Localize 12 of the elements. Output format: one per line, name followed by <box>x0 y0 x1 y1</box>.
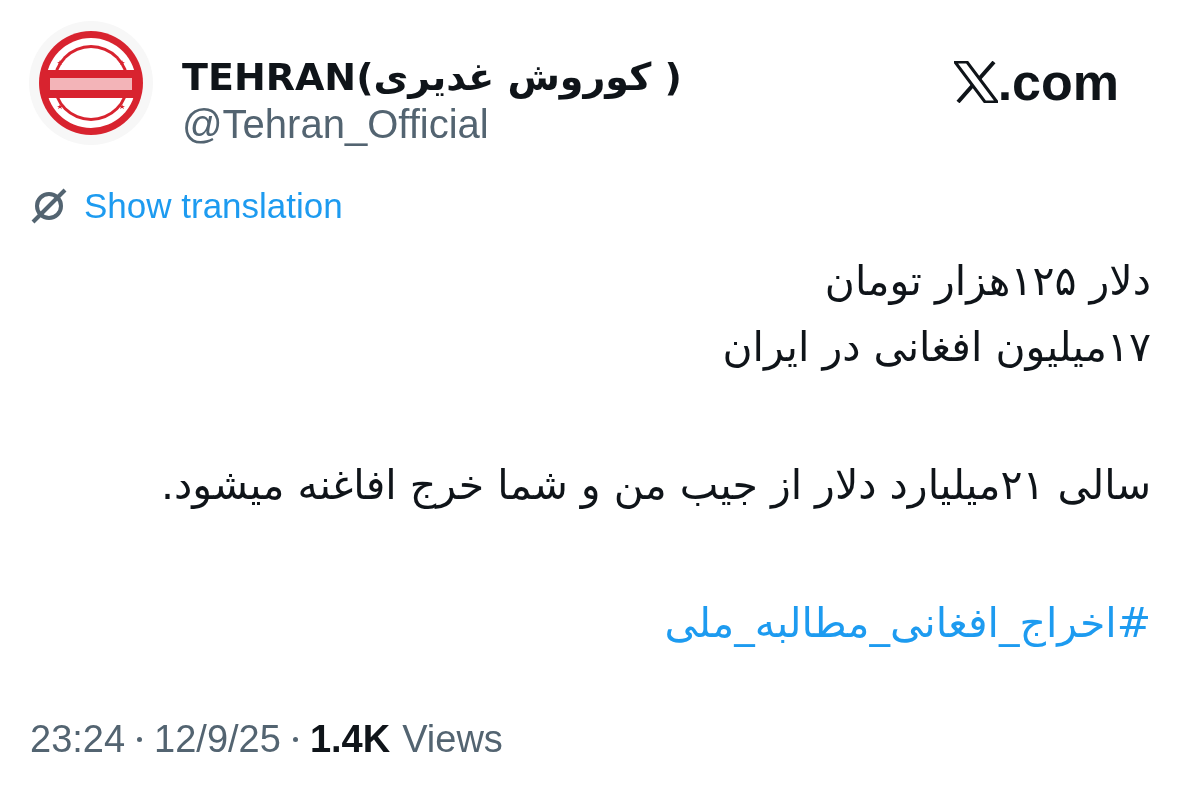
views-count: 1.4K <box>309 718 391 761</box>
views-label: Views <box>402 718 503 761</box>
author-name[interactable]: TEHRAN(کوروش غدیری ) <box>182 54 682 100</box>
x-logo-icon <box>953 61 998 103</box>
tweet-text-line: دلار ۱۲۵هزار تومان <box>823 256 1151 307</box>
author-handle[interactable]: @Tehran_Official <box>182 100 682 148</box>
translate-icon <box>30 187 68 225</box>
tweet-time: 23:24 <box>30 718 126 761</box>
tweet-date: 12/9/25 <box>154 718 281 761</box>
tweet-text-line: سالی ۲۱میلیارد دلار از جیب من و شما خرج افاغنه میشود. <box>160 460 1151 511</box>
brand-text: .com <box>997 54 1119 110</box>
tweet-text-line: ۱۷میلیون افغانی در ایران <box>721 322 1151 373</box>
